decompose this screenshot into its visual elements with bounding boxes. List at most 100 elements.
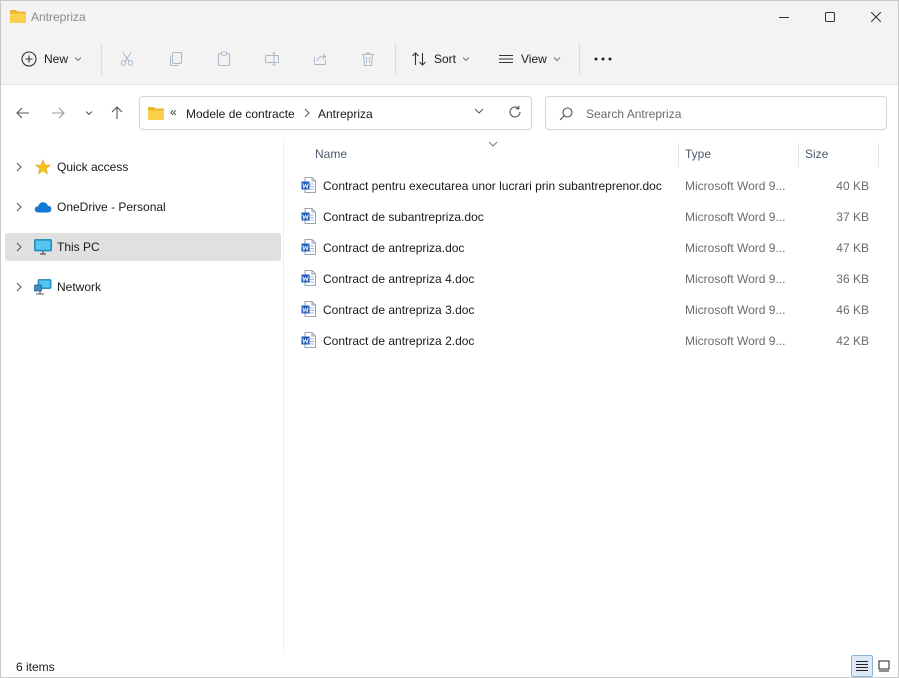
file-list: Name Type Size Contract pentru executare…: [285, 141, 895, 651]
chevron-down-icon: [462, 57, 470, 62]
item-count: 6 items: [16, 660, 55, 674]
file-type: Microsoft Word 9...: [685, 179, 786, 193]
rename-button[interactable]: [264, 39, 280, 79]
forward-button[interactable]: [44, 99, 72, 127]
delete-button[interactable]: [360, 39, 376, 79]
file-size: 36 KB: [836, 272, 869, 286]
minimize-icon: [779, 17, 789, 18]
cut-icon: [120, 52, 134, 66]
column-divider[interactable]: [798, 143, 799, 167]
arrow-left-icon: [16, 107, 29, 119]
word-document-icon: [301, 239, 317, 258]
column-header-label: Name: [315, 147, 348, 161]
search-icon: [559, 107, 573, 121]
chevron-right-icon[interactable]: [9, 162, 29, 172]
file-name: Contract de antrepriza 3.doc: [323, 303, 475, 317]
file-row[interactable]: Contract pentru executarea unor lucrari …: [297, 171, 883, 199]
minimize-button[interactable]: [761, 1, 807, 33]
column-header-type[interactable]: Type: [685, 141, 797, 167]
column-divider[interactable]: [678, 143, 679, 167]
network-icon: [33, 278, 53, 296]
word-document-icon: [301, 270, 317, 289]
sort-button[interactable]: Sort: [411, 39, 470, 79]
chevron-right-icon[interactable]: [9, 242, 29, 252]
file-name: Contract de antrepriza.doc: [323, 241, 465, 255]
large-icons-view-icon: [878, 660, 890, 672]
plus-circle-icon: [21, 51, 37, 67]
more-icon: [594, 57, 612, 61]
file-row[interactable]: Contract de antrepriza 3.doc Microsoft Wo…: [297, 295, 883, 323]
file-row[interactable]: Contract de antrepriza.doc Microsoft Word…: [297, 233, 883, 261]
chevron-down-icon: [85, 111, 93, 116]
view-label: View: [521, 52, 547, 66]
window-title: Antrepriza: [31, 10, 86, 24]
close-button[interactable]: [853, 1, 899, 33]
sort-label: Sort: [434, 52, 457, 66]
column-header-name[interactable]: Name: [315, 141, 677, 167]
details-view-button[interactable]: [851, 655, 873, 677]
file-type: Microsoft Word 9...: [685, 303, 786, 317]
chevron-down-icon: [553, 57, 561, 62]
star-icon: [33, 158, 53, 176]
divider: [579, 43, 580, 75]
arrow-right-icon: [52, 107, 65, 119]
word-document-icon: [301, 177, 317, 196]
search-placeholder: Search Antrepriza: [586, 107, 682, 121]
close-icon: [871, 12, 881, 22]
sidebar-item-network[interactable]: Network: [5, 273, 281, 301]
file-name: Contract pentru executarea unor lucrari …: [323, 179, 662, 193]
breadcrumb-item[interactable]: Modele de contracte: [186, 107, 295, 121]
file-row[interactable]: Contract de antrepriza 4.doc Microsoft Wo…: [297, 264, 883, 292]
refresh-icon[interactable]: [508, 105, 522, 119]
new-button[interactable]: New: [21, 39, 82, 79]
sidebar-item-label: This PC: [57, 240, 100, 254]
recent-locations-button[interactable]: [75, 99, 103, 127]
file-row[interactable]: Contract de antrepriza 2.doc Microsoft Wo…: [297, 326, 883, 354]
chevron-right-icon[interactable]: [9, 202, 29, 212]
copy-button[interactable]: [168, 39, 184, 79]
divider: [101, 43, 102, 75]
cut-button[interactable]: [119, 39, 135, 79]
breadcrumb-item[interactable]: Antrepriza: [318, 107, 373, 121]
maximize-button[interactable]: [807, 1, 853, 33]
column-divider[interactable]: [878, 143, 879, 167]
sidebar-item-onedrive[interactable]: OneDrive - Personal: [5, 193, 281, 221]
file-type: Microsoft Word 9...: [685, 241, 786, 255]
view-button[interactable]: View: [498, 39, 561, 79]
share-button[interactable]: [312, 39, 328, 79]
word-document-icon: [301, 332, 317, 351]
column-header-label: Type: [685, 147, 712, 161]
chevron-down-icon[interactable]: [474, 107, 484, 115]
back-button[interactable]: [9, 99, 37, 127]
paste-button[interactable]: [216, 39, 232, 79]
chevron-right-icon[interactable]: [9, 282, 29, 292]
file-size: 46 KB: [836, 303, 869, 317]
more-options-button[interactable]: [594, 39, 612, 79]
column-header-size[interactable]: Size: [805, 141, 875, 167]
file-name: Contract de antrepriza 2.doc: [323, 334, 475, 348]
arrow-up-icon: [111, 106, 123, 119]
folder-icon: [10, 10, 26, 23]
sidebar-item-quick-access[interactable]: Quick access: [5, 153, 281, 181]
explorer-window: Antrepriza New Sort View « Modele de con…: [0, 0, 899, 678]
share-icon: [314, 53, 327, 65]
up-button[interactable]: [103, 99, 131, 127]
word-document-icon: [301, 208, 317, 227]
delete-icon: [362, 52, 374, 66]
chevron-right-icon[interactable]: [304, 108, 310, 118]
monitor-icon: [33, 238, 53, 256]
new-label: New: [44, 52, 69, 66]
navigation-pane: Quick access OneDrive - Personal This PC: [1, 141, 284, 653]
rename-icon: [265, 52, 279, 66]
word-document-icon: [301, 301, 317, 320]
file-size: 37 KB: [836, 210, 869, 224]
large-icons-view-button[interactable]: [873, 655, 895, 677]
address-bar[interactable]: « Modele de contracte Antrepriza: [139, 96, 532, 130]
details-view-icon: [856, 661, 868, 671]
overflow-chevron[interactable]: «: [170, 105, 177, 119]
sidebar-item-this-pc[interactable]: This PC: [5, 233, 281, 261]
file-row[interactable]: Contract de subantrepriza.doc Microsoft W…: [297, 202, 883, 230]
search-input[interactable]: Search Antrepriza: [545, 96, 887, 130]
sidebar-item-label: Quick access: [57, 160, 129, 174]
maximize-icon: [825, 12, 835, 22]
